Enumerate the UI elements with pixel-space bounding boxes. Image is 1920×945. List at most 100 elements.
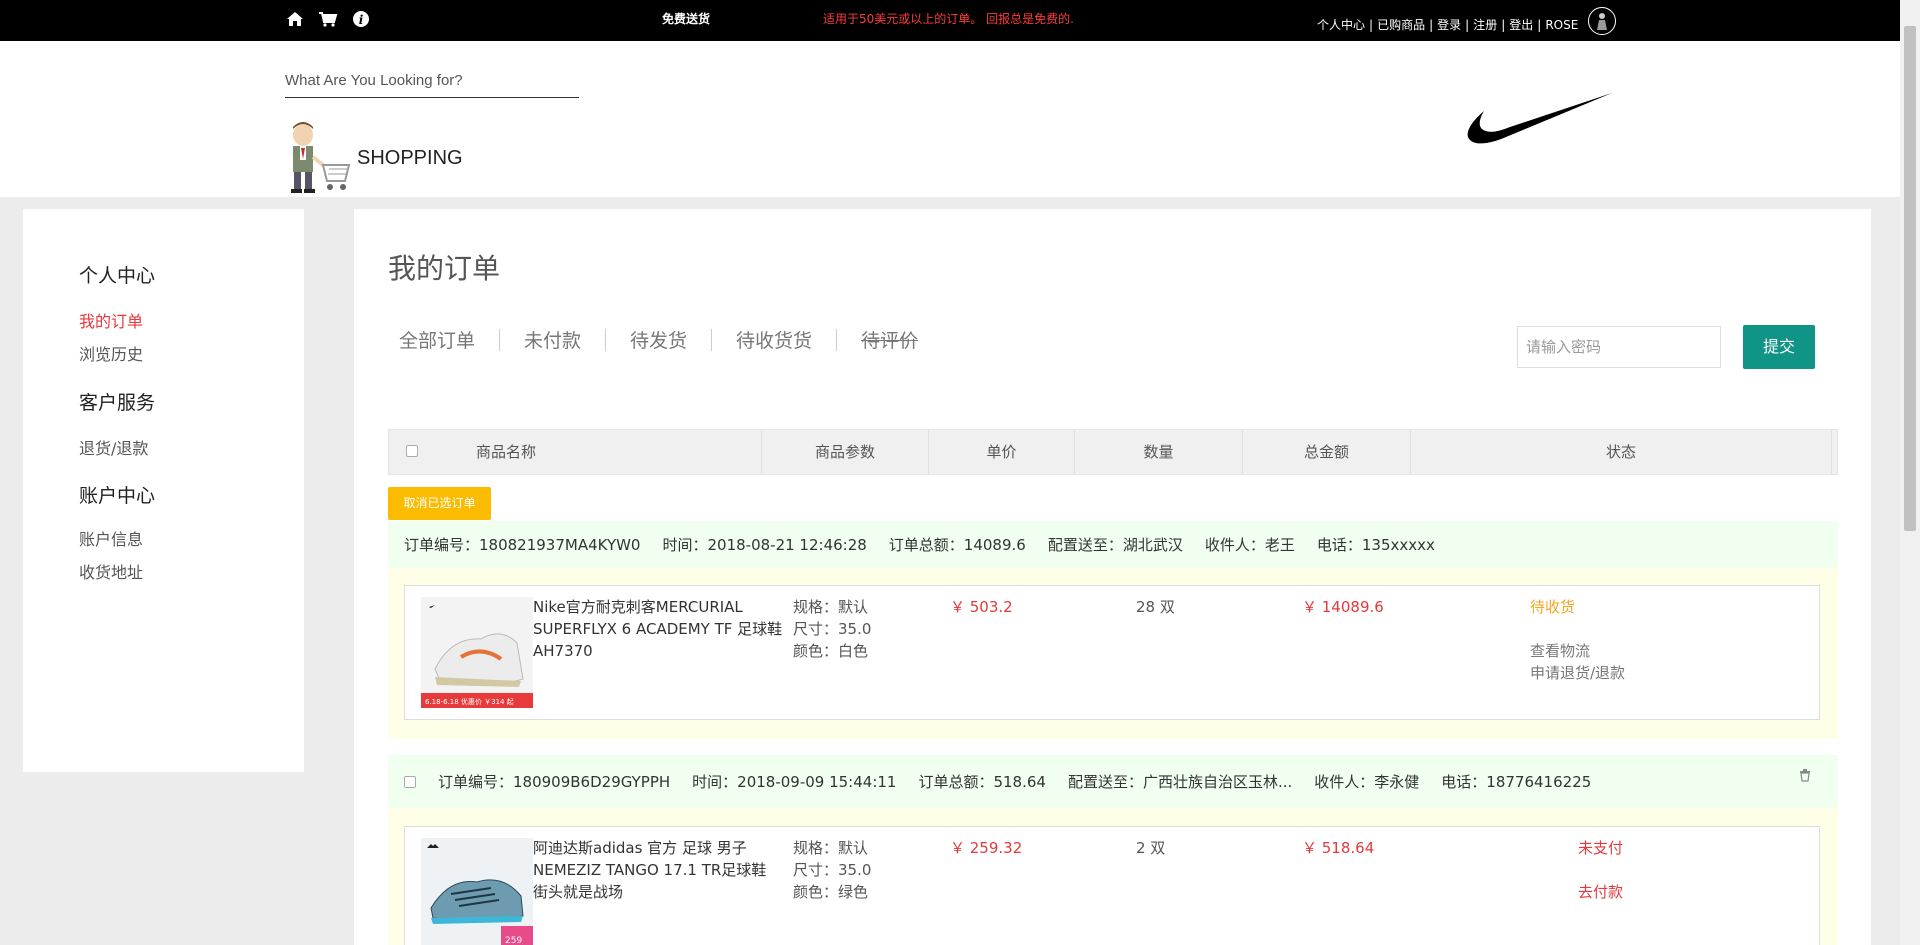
tab-unpaid[interactable]: 未付款: [524, 326, 581, 353]
product-params: 规格：默认 尺寸：35.0 颜色：白色: [793, 596, 871, 662]
order-time: 时间：2018-08-21 12:46:28: [662, 536, 867, 554]
pay-now-link[interactable]: 去付款: [1578, 881, 1623, 903]
order-total: 订单总额：518.64: [918, 773, 1046, 791]
col-unit-price: 单价: [928, 430, 1074, 474]
cart-icon[interactable]: [318, 11, 338, 31]
param-color: 颜色：绿色: [793, 883, 869, 901]
sidebar-item-my-orders[interactable]: 我的订单: [79, 308, 143, 332]
link-purchased[interactable]: 已购商品: [1377, 16, 1425, 33]
quantity: 28 双: [1136, 598, 1175, 616]
col-status: 状态: [1410, 430, 1832, 474]
sidebar-group-personal: 个人中心: [79, 265, 156, 287]
item-total: ￥ 518.64: [1302, 839, 1375, 857]
product-image[interactable]: 6.18-6.18 优惠价 ￥314 起: [421, 597, 533, 708]
order-body: 259 阿迪达斯adidas 官方 足球 男子 NEMEZIZ TANGO 17…: [388, 808, 1838, 945]
order-receiver: 收件人：老王: [1204, 536, 1295, 554]
tab-divider: [605, 328, 607, 351]
sidebar-item-address[interactable]: 收货地址: [79, 559, 143, 583]
col-params: 商品参数: [761, 430, 928, 474]
top-bar: i 免费送货 适用于50美元或以上的订单。 回报总是免费的. 个人中心 | 已购商…: [0, 0, 1900, 41]
order-number: 订单编号：180821937MA4KYW0: [404, 536, 641, 554]
product-params: 规格：默认 尺寸：35.0 颜色：绿色: [793, 837, 871, 903]
col-quantity: 数量: [1074, 430, 1242, 474]
link-login[interactable]: 登录: [1437, 16, 1461, 33]
product-image-badge: 259: [505, 936, 522, 945]
tab-to-receive[interactable]: 待收货货: [736, 326, 812, 353]
param-spec: 规格：默认: [793, 839, 869, 857]
order-body: 6.18-6.18 优惠价 ￥314 起 Nike官方耐克刺客MERCURIAL…: [388, 568, 1838, 739]
scrollbar-thumb[interactable]: [1904, 26, 1916, 531]
orders-panel: 我的订单 全部订单 未付款 待发货 待收货货 待评价 请输入密码 提交 商品名称…: [354, 209, 1871, 945]
tab-all-orders[interactable]: 全部订单: [399, 326, 475, 353]
link-logout[interactable]: 登出: [1509, 16, 1533, 33]
shopper-mascot-icon: [283, 121, 353, 201]
col-product-name: 商品名称: [476, 443, 537, 461]
cancel-selected-button[interactable]: 取消已选订单: [388, 487, 491, 520]
tab-to-ship[interactable]: 待发货: [630, 326, 687, 353]
order-status: 待收货 查看物流 申请退货/退款: [1530, 596, 1625, 684]
sidebar-item-history[interactable]: 浏览历史: [79, 341, 143, 365]
order-header: 订单编号：180821937MA4KYW0 时间：2018-08-21 12:4…: [388, 521, 1838, 568]
orders-table-header: 商品名称 商品参数 单价 数量 总金额 状态: [388, 429, 1838, 475]
order-phone: 电话：18776416225: [1441, 773, 1592, 791]
order-ship-to: 配置送至：广西壮族自治区玉林...: [1067, 773, 1293, 791]
password-input[interactable]: 请输入密码: [1517, 326, 1721, 368]
sidebar-group-service: 客户服务: [79, 392, 156, 414]
item-total: ￥ 14089.6: [1302, 598, 1384, 616]
submit-button[interactable]: 提交: [1743, 325, 1815, 369]
tab-divider: [836, 328, 838, 351]
sidebar: 个人中心 我的订单 浏览历史 客户服务 退货/退款 账户中心 账户信息 收货地址: [23, 209, 304, 772]
shopping-label: SHOPPING: [357, 147, 463, 169]
order-time: 时间：2018-09-09 15:44:11: [692, 773, 897, 791]
param-size: 尺寸：35.0: [793, 861, 872, 879]
sidebar-group-account: 账户中心: [79, 485, 156, 507]
view-logistics-link[interactable]: 查看物流: [1530, 640, 1625, 662]
product-name[interactable]: Nike官方耐克刺客MERCURIAL SUPERFLYX 6 ACADEMY …: [533, 596, 783, 662]
tab-to-review[interactable]: 待评价: [861, 326, 918, 353]
promo-text: 适用于50美元或以上的订单。 回报总是免费的.: [823, 12, 1074, 26]
link-register[interactable]: 注册: [1473, 16, 1497, 33]
param-size: 尺寸：35.0: [793, 620, 872, 638]
order-checkbox[interactable]: [404, 775, 416, 788]
order-phone: 电话：135xxxxx: [1316, 536, 1435, 554]
order-status: 未支付 去付款: [1578, 837, 1623, 903]
page-title: 我的订单: [388, 252, 501, 285]
sidebar-item-account-info[interactable]: 账户信息: [79, 526, 143, 550]
page-scrollbar[interactable]: [1900, 0, 1920, 945]
nike-logo-icon[interactable]: [1466, 89, 1612, 149]
unit-price: ￥ 259.32: [950, 839, 1023, 857]
col-total: 总金额: [1242, 430, 1410, 474]
top-icons: i: [286, 10, 370, 32]
status-label: 未支付: [1578, 839, 1624, 857]
tab-divider: [711, 328, 713, 351]
quantity: 2 双: [1136, 839, 1166, 857]
free-shipping-label: 免费送货: [662, 12, 711, 26]
home-icon[interactable]: [286, 11, 304, 31]
order-header: 订单编号：180909B6D29GYPPH 时间：2018-09-09 15:4…: [388, 755, 1838, 808]
avatar[interactable]: [1588, 7, 1617, 35]
order-tabs: 全部订单 未付款 待发货 待收货货 待评价: [399, 326, 918, 353]
username[interactable]: ROSE: [1545, 18, 1578, 32]
svg-text:i: i: [359, 13, 364, 27]
order-ship-to: 配置送至：湖北武汉: [1047, 536, 1183, 554]
order-item: 6.18-6.18 优惠价 ￥314 起 Nike官方耐克刺客MERCURIAL…: [404, 585, 1820, 720]
site-header: What Are You Looking for? SHOPPING: [0, 41, 1900, 197]
request-refund-link[interactable]: 申请退货/退款: [1530, 662, 1625, 684]
product-image[interactable]: 259: [421, 838, 533, 945]
link-personal-center[interactable]: 个人中心: [1317, 16, 1365, 33]
account-links: 个人中心 | 已购商品 | 登录 | 注册 | 登出 | ROSE: [1317, 7, 1617, 35]
product-name[interactable]: 阿迪达斯adidas 官方 足球 男子 NEMEZIZ TANGO 17.1 T…: [533, 837, 783, 903]
order-number: 订单编号：180909B6D29GYPPH: [438, 773, 671, 791]
search-input[interactable]: What Are You Looking for?: [285, 72, 579, 98]
unit-price: ￥ 503.2: [950, 598, 1013, 616]
tab-divider: [499, 328, 501, 351]
info-icon[interactable]: i: [352, 10, 370, 32]
param-spec: 规格：默认: [793, 598, 869, 616]
status-label: 待收货: [1530, 598, 1576, 616]
order-receiver: 收件人：李永健: [1314, 773, 1420, 791]
product-image-badge: 6.18-6.18 优惠价 ￥314 起: [425, 697, 514, 706]
order-item: 259 阿迪达斯adidas 官方 足球 男子 NEMEZIZ TANGO 17…: [404, 826, 1820, 945]
sidebar-item-returns[interactable]: 退货/退款: [79, 435, 148, 459]
order-total: 订单总额：14089.6: [888, 536, 1026, 554]
trash-icon[interactable]: [1798, 768, 1812, 786]
